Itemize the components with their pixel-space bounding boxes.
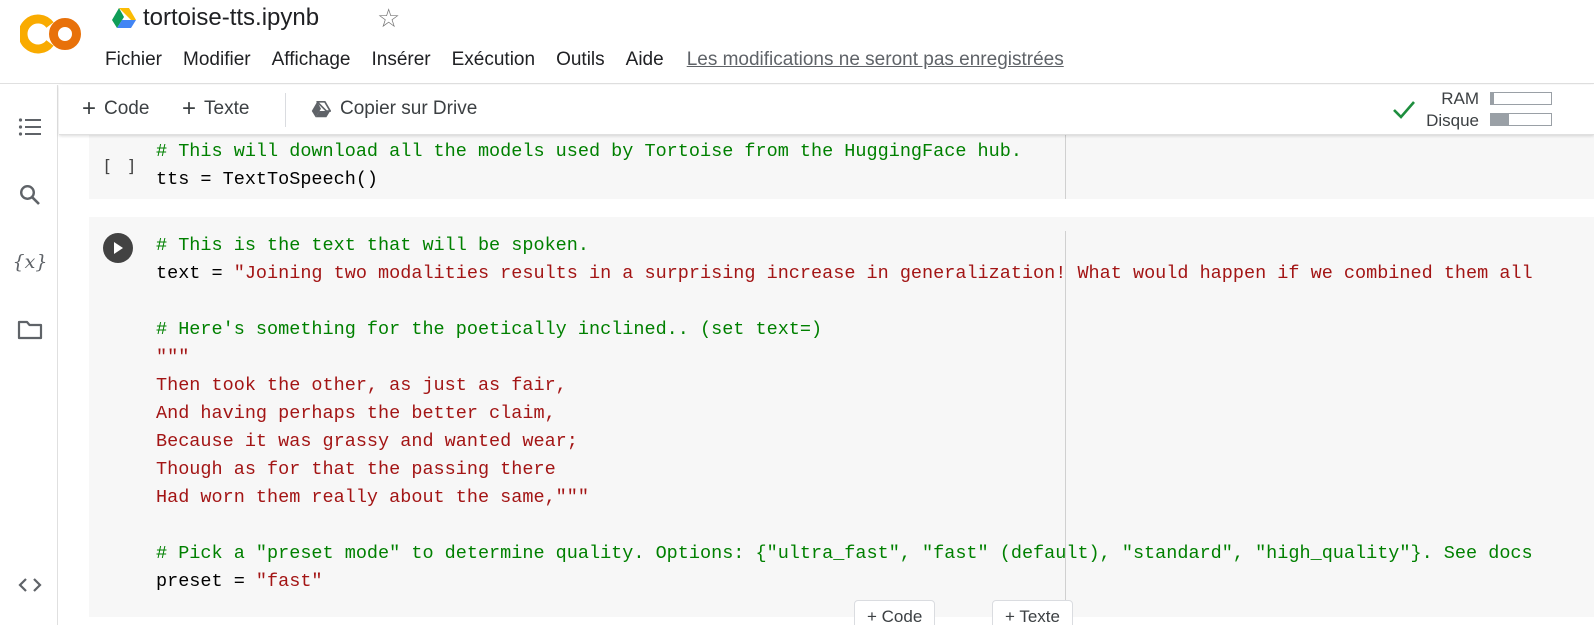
- colab-logo-icon[interactable]: [20, 12, 84, 56]
- plus-icon: +: [82, 95, 97, 122]
- code-line[interactable]: """: [156, 344, 1533, 372]
- code-line[interactable]: Though as for that the passing there: [156, 456, 1533, 484]
- code-line[interactable]: # Here's something for the poetically in…: [156, 316, 1533, 344]
- play-icon: [114, 242, 123, 254]
- plus-icon: +: [182, 95, 197, 122]
- code-string: Had worn them really about the same,""": [156, 487, 589, 508]
- code-line[interactable]: text = "Joining two modalities results i…: [156, 260, 1533, 288]
- notebook-title[interactable]: tortoise-tts.ipynb: [143, 4, 319, 32]
- add-code-label: Code: [104, 98, 150, 119]
- code-line[interactable]: Because it was grassy and wanted wear;: [156, 428, 1533, 456]
- code-comment: # This is the text that will be spoken.: [156, 235, 589, 256]
- code-editor[interactable]: # This will download all the models used…: [156, 138, 1022, 194]
- ram-label: RAM: [1441, 89, 1479, 108]
- add-text-button[interactable]: + Texte: [182, 95, 250, 122]
- add-code-button[interactable]: + Code: [82, 95, 150, 122]
- code-line[interactable]: [156, 288, 1533, 316]
- toolbar: + Code + Texte Copier sur Drive RAM Disq…: [59, 85, 1594, 135]
- disk-usage-fill: [1491, 114, 1509, 125]
- code-comment: # Here's something for the poetically in…: [156, 319, 823, 340]
- add-code-cell-button[interactable]: + Code: [854, 600, 936, 625]
- menu-view[interactable]: Affichage: [272, 49, 351, 71]
- add-text-cell-button[interactable]: + Texte: [992, 600, 1073, 625]
- code-text: preset =: [156, 571, 256, 592]
- save-warning-link[interactable]: Les modifications ne seront pas enregist…: [687, 49, 1064, 71]
- code-line[interactable]: # Pick a "preset mode" to determine qual…: [156, 540, 1533, 568]
- code-line[interactable]: preset = "fast": [156, 568, 1533, 596]
- code-line[interactable]: # This will download all the models used…: [156, 138, 1022, 166]
- code-cell[interactable]: [ ] # This will download all the models …: [89, 135, 1594, 199]
- line-length-ruler: [1065, 135, 1066, 199]
- search-icon[interactable]: [15, 180, 45, 210]
- drive-icon: [311, 100, 331, 117]
- code-comment: # Pick a "preset mode" to determine qual…: [156, 543, 1533, 564]
- code-string: Though as for that the passing there: [156, 459, 556, 480]
- code-string: "fast": [255, 571, 323, 592]
- code-string: Because it was grassy and wanted wear;: [156, 431, 578, 452]
- header: tortoise-tts.ipynb ☆ Fichier Modifier Af…: [0, 0, 1594, 84]
- add-text-label: Texte: [204, 98, 250, 119]
- drive-icon: [112, 8, 136, 28]
- code-comment: # This will download all the models used…: [156, 141, 1022, 162]
- menu-tools[interactable]: Outils: [556, 49, 605, 71]
- folder-icon[interactable]: [15, 315, 45, 345]
- menu-runtime[interactable]: Exécution: [452, 49, 535, 71]
- copy-to-drive-label: Copier sur Drive: [340, 98, 478, 119]
- code-string: And having perhaps the better claim,: [156, 403, 556, 424]
- code-text: tts = TextToSpeech(): [156, 169, 379, 190]
- ram-usage-bar[interactable]: [1490, 92, 1552, 105]
- code-snippets-icon[interactable]: [15, 570, 45, 600]
- menu-insert[interactable]: Insérer: [371, 49, 430, 71]
- code-line[interactable]: tts = TextToSpeech(): [156, 166, 1022, 194]
- code-line[interactable]: [156, 512, 1533, 540]
- ram-usage-fill: [1491, 93, 1494, 104]
- code-string: Then took the other, as just as fair,: [156, 375, 567, 396]
- menu-file[interactable]: Fichier: [105, 49, 162, 71]
- menubar: Fichier Modifier Affichage Insérer Exécu…: [105, 48, 1064, 72]
- toolbar-divider: [285, 93, 286, 127]
- disk-label: Disque: [1426, 111, 1479, 130]
- toc-icon[interactable]: [15, 112, 45, 142]
- code-editor[interactable]: # This is the text that will be spoken. t…: [156, 232, 1533, 596]
- menu-edit[interactable]: Modifier: [183, 49, 251, 71]
- star-icon[interactable]: ☆: [377, 4, 400, 32]
- cell-run-marker[interactable]: [ ]: [102, 157, 139, 177]
- run-cell-button[interactable]: [103, 233, 133, 263]
- code-string: """: [156, 347, 190, 368]
- menu-help[interactable]: Aide: [626, 49, 664, 71]
- code-line[interactable]: Had worn them really about the same,""": [156, 484, 1533, 512]
- code-line[interactable]: And having perhaps the better claim,: [156, 400, 1533, 428]
- disk-usage-bar[interactable]: [1490, 113, 1552, 126]
- code-line[interactable]: Then took the other, as just as fair,: [156, 372, 1533, 400]
- copy-to-drive-button[interactable]: Copier sur Drive: [311, 98, 477, 120]
- code-line[interactable]: # This is the text that will be spoken.: [156, 232, 1533, 260]
- variables-icon[interactable]: {𝑥}: [13, 247, 48, 277]
- left-sidebar: {𝑥}: [0, 85, 58, 625]
- code-cell[interactable]: # This is the text that will be spoken. t…: [89, 217, 1594, 617]
- notebook-area: [ ] # This will download all the models …: [59, 135, 1594, 625]
- code-string: "Joining two modalities results in a sur…: [233, 263, 1533, 284]
- code-text: text =: [156, 263, 234, 284]
